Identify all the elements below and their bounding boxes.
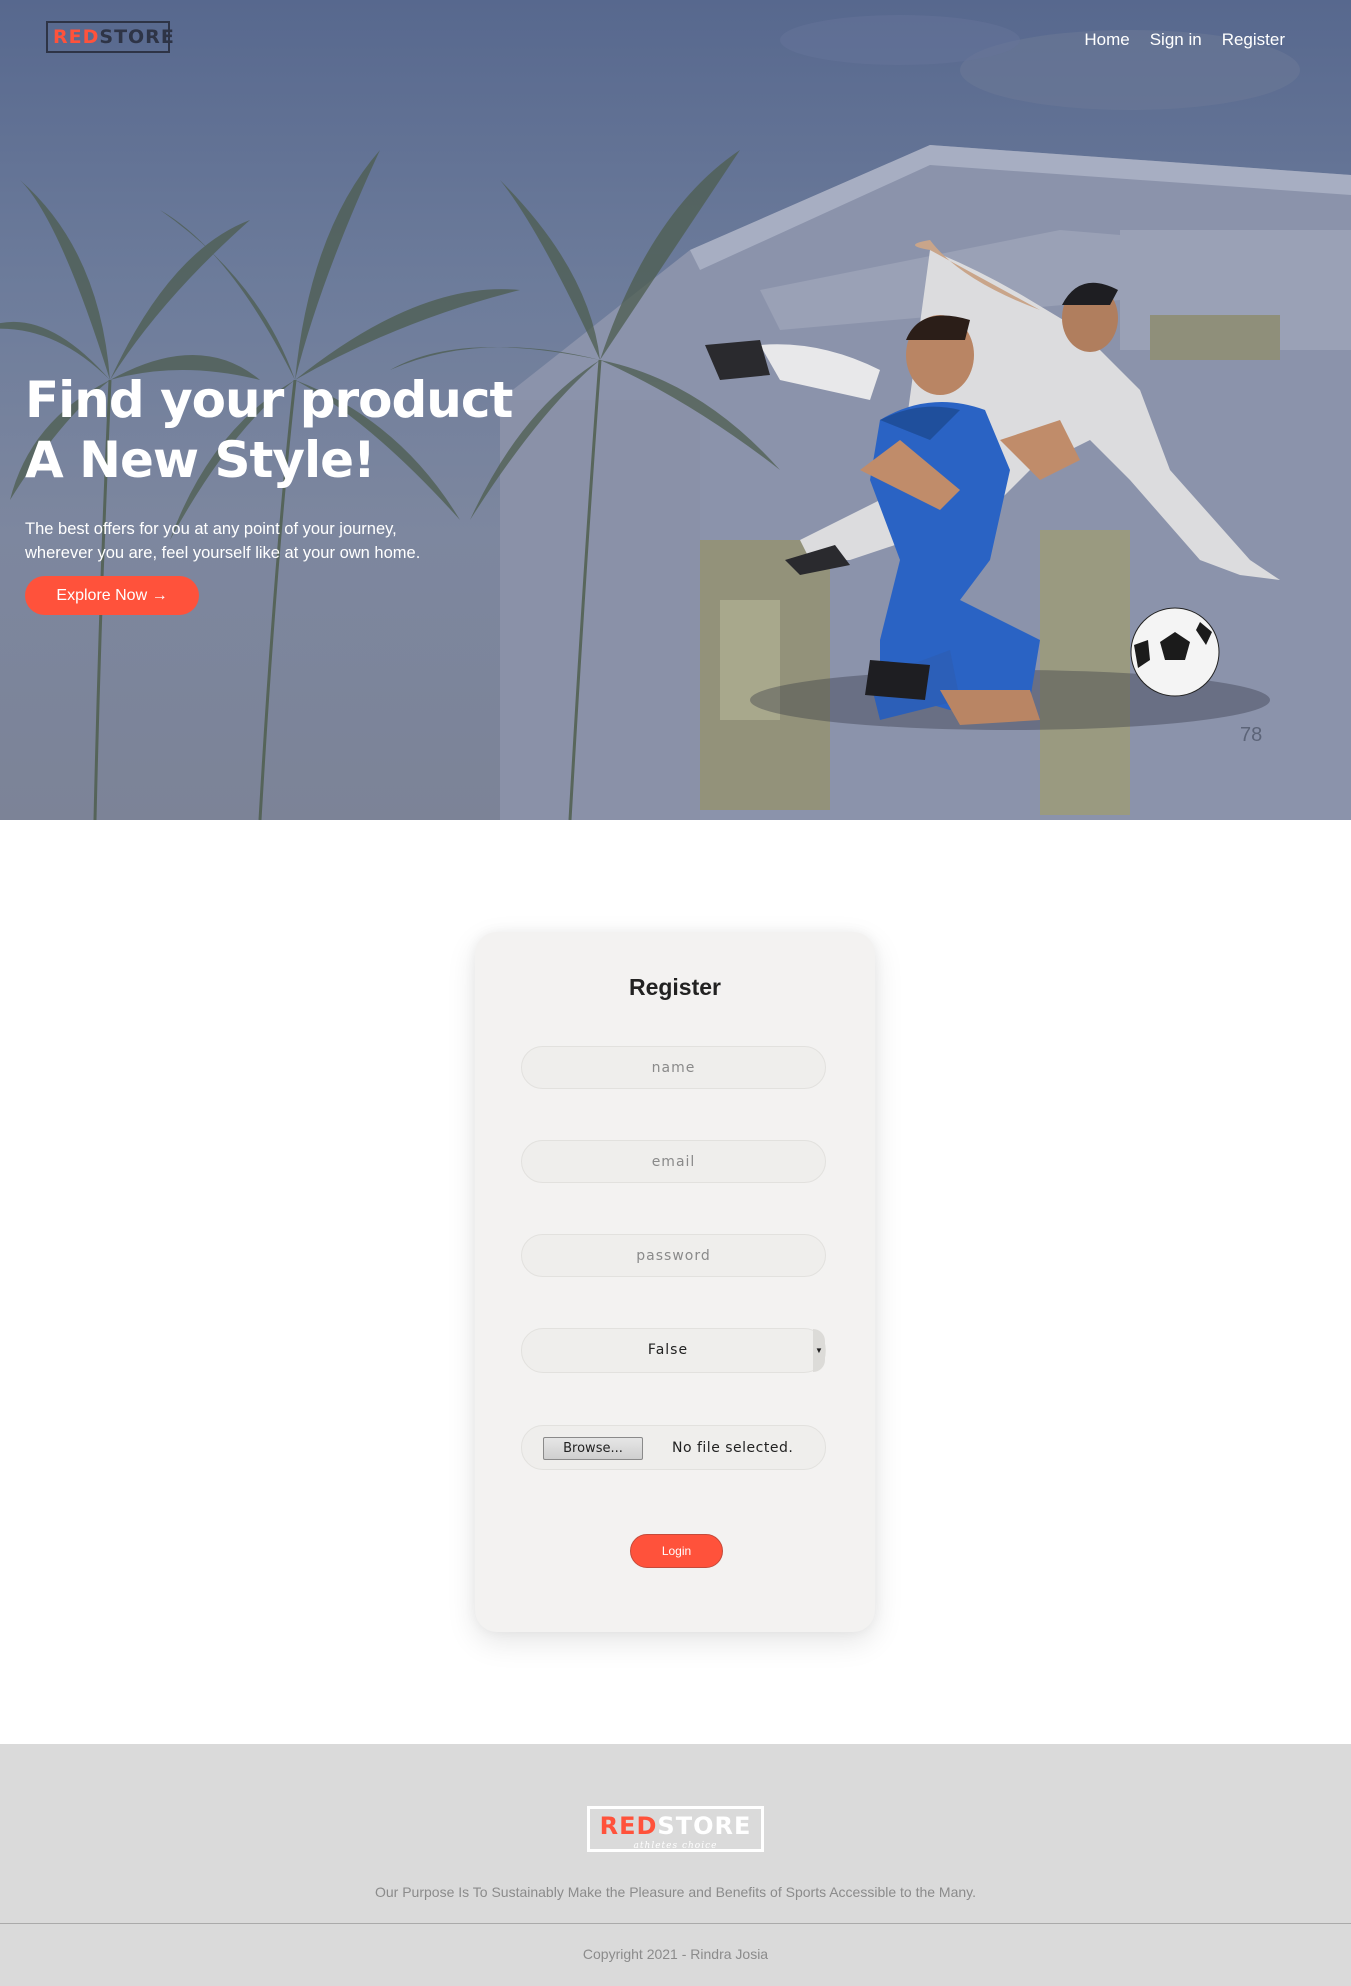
footer-logo-white: STORE [657,1812,752,1840]
footer-logo-tagline: athletes choice [633,1841,718,1851]
nav-home-link[interactable]: Home [1084,30,1129,50]
register-card: Register False ▼ Browse... No file selec… [475,932,875,1632]
file-upload-field: Browse... No file selected. [521,1425,826,1470]
register-title: Register [628,974,722,1000]
navbar: REDSTORE Home Sign in Register [0,0,1351,84]
image-watermark: 78 [1240,724,1263,746]
nav-signin-link[interactable]: Sign in [1150,30,1202,50]
email-input[interactable] [521,1140,826,1183]
select-value: False [647,1342,689,1358]
password-input[interactable] [521,1234,826,1277]
hero-title-line2: A New Style! [25,431,376,489]
file-status-text: No file selected. [672,1440,794,1456]
footer-purpose-text: Our Purpose Is To Sustainably Make the P… [374,1884,977,1900]
name-input[interactable] [521,1046,826,1089]
hero-title: Find your product A New Style! [25,370,513,490]
footer-logo-brand: REDSTORE [590,1810,761,1842]
browse-button[interactable]: Browse... [543,1437,643,1460]
nav-menu: Home Sign in Register [1084,30,1285,50]
hero-desc-line1: The best offers for you at any point of … [25,520,397,538]
hero-section: REDSTORE Home Sign in Register Find your… [0,0,1351,820]
footer-logo: REDSTORE athletes choice [587,1806,764,1852]
footer-divider [0,1923,1351,1924]
hero-desc-line2: wherever you are, feel yourself like at … [25,544,421,562]
footer-logo-red: RED [599,1812,658,1840]
hero-description: The best offers for you at any point of … [25,517,495,565]
brand-logo[interactable]: REDSTORE [46,21,174,53]
logo-red-text: RED [53,26,100,48]
boolean-select[interactable]: False ▼ [521,1328,826,1373]
explore-now-button[interactable]: Explore Now → [25,576,199,615]
nav-register-link[interactable]: Register [1222,30,1285,50]
logo-dark-text: STORE [99,26,175,48]
chevron-down-icon[interactable]: ▼ [813,1329,825,1372]
hero-title-line1: Find your product [25,371,513,429]
footer: REDSTORE athletes choice Our Purpose Is … [0,1744,1351,1986]
footer-copyright: Copyright 2021 - Rindra Josia [582,1946,769,1962]
login-button[interactable]: Login [630,1534,723,1568]
